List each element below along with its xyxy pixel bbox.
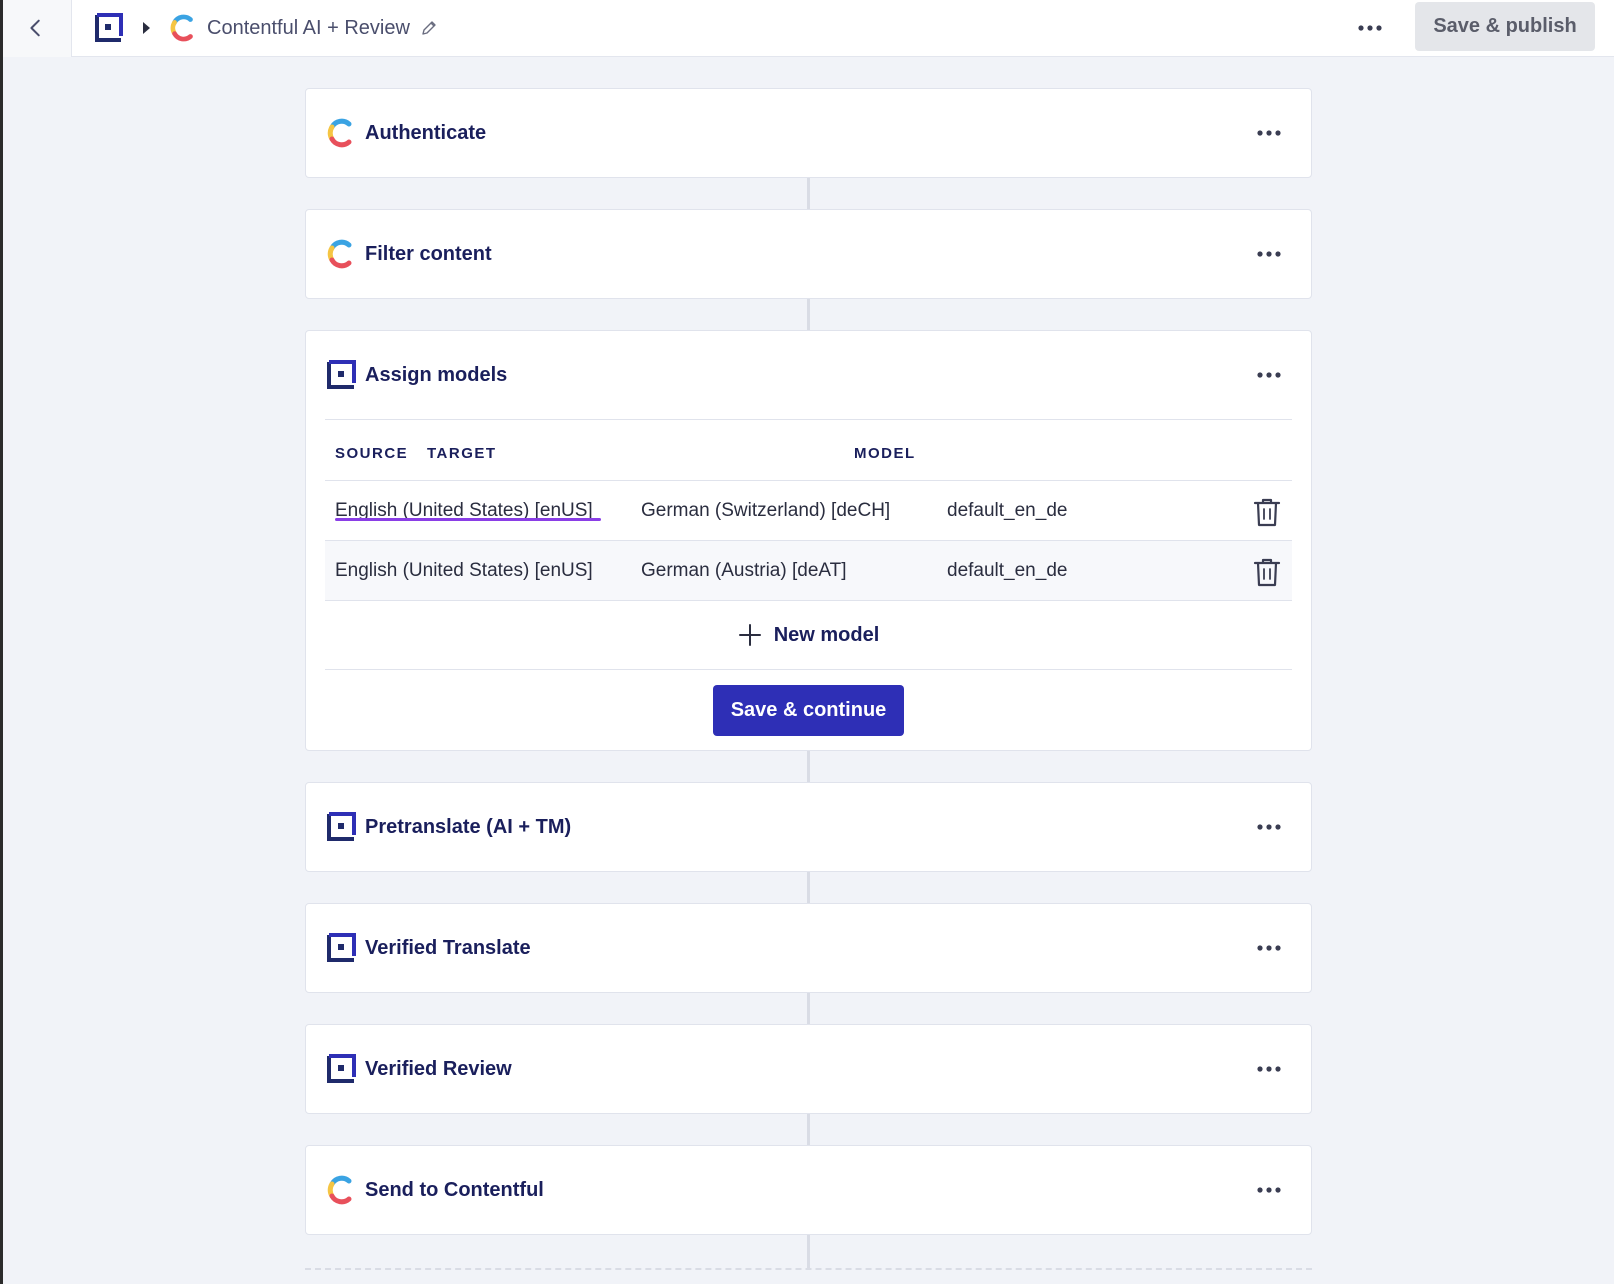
model-cell[interactable]: default_en_de (947, 560, 1067, 582)
flow-connector (807, 991, 810, 1024)
table-row: English (United States) [enUS] German (A… (325, 541, 1292, 601)
step-title: Pretranslate (AI + TM) (365, 815, 572, 838)
ellipsis-icon (1257, 1066, 1281, 1072)
step-card-send-to-contentful[interactable]: Send to Contentful (305, 1145, 1312, 1235)
flow-connector (807, 870, 810, 903)
contentful-icon (325, 117, 357, 149)
step-title: Authenticate (365, 121, 487, 144)
step-more-button[interactable] (1253, 238, 1285, 270)
top-bar: Contentful AI + Review Save & publish (0, 0, 1614, 57)
add-step-placeholder[interactable] (305, 1268, 1312, 1270)
trash-icon[interactable] (1253, 497, 1281, 527)
ellipsis-icon (1257, 251, 1281, 257)
step-card-filter-content[interactable]: Filter content (305, 209, 1312, 299)
flow-connector (807, 1112, 810, 1145)
ellipsis-icon (1358, 25, 1382, 31)
window-left-edge (0, 0, 3, 1284)
source-cell[interactable]: English (United States) [enUS] (335, 560, 593, 582)
step-title: Assign models (365, 363, 508, 386)
ellipsis-icon (1257, 130, 1281, 136)
models-table: SOURCE TARGET MODEL English (United Stat… (325, 420, 1292, 601)
step-more-button[interactable] (1253, 117, 1285, 149)
column-header-target: TARGET (427, 445, 497, 462)
flow-connector (807, 297, 810, 330)
flow-connector (807, 1233, 810, 1268)
flow-connector (807, 749, 810, 782)
step-card-pretranslate[interactable]: Pretranslate (AI + TM) (305, 782, 1312, 872)
lokalise-icon (325, 811, 357, 843)
lokalise-icon (325, 359, 357, 391)
save-and-publish-button[interactable]: Save & publish (1415, 2, 1595, 51)
back-button[interactable] (0, 0, 72, 57)
lokalise-icon (325, 932, 357, 964)
contentful-icon (325, 1174, 357, 1206)
step-more-button[interactable] (1253, 1174, 1285, 1206)
flow-title: Contentful AI + Review (207, 16, 410, 39)
table-header: SOURCE TARGET MODEL (325, 420, 1292, 481)
ellipsis-icon (1257, 1187, 1281, 1193)
spellcheck-underline (335, 518, 601, 521)
save-continue-container: Save & continue (306, 670, 1311, 750)
step-more-button[interactable] (1253, 1053, 1285, 1085)
lokalise-icon (325, 1053, 357, 1085)
plus-icon (738, 624, 761, 646)
table-row: English (United States) [enUS] German (S… (325, 481, 1292, 541)
step-more-button[interactable] (1253, 359, 1285, 391)
new-model-button[interactable]: New model (325, 601, 1292, 670)
contentful-logo-icon (170, 14, 193, 42)
save-and-continue-button[interactable]: Save & continue (713, 684, 904, 736)
step-more-button[interactable] (1253, 811, 1285, 843)
ellipsis-icon (1257, 945, 1281, 951)
step-card-verified-review[interactable]: Verified Review (305, 1024, 1312, 1114)
flow-connector (807, 176, 810, 209)
step-title: Verified Review (365, 1057, 512, 1080)
step-card-assign-models: Assign models SOURCE TARGET MODEL Englis… (305, 330, 1312, 751)
caret-right-icon (143, 22, 150, 34)
ellipsis-icon (1257, 824, 1281, 830)
ellipsis-icon (1257, 372, 1281, 378)
step-title: Send to Contentful (365, 1178, 544, 1201)
column-header-source: SOURCE (335, 445, 409, 462)
step-card-authenticate[interactable]: Authenticate (305, 88, 1312, 178)
contentful-icon (325, 238, 357, 270)
chevron-left-icon (29, 19, 40, 37)
model-cell[interactable]: default_en_de (947, 500, 1067, 522)
target-cell[interactable]: German (Switzerland) [deCH] (641, 500, 890, 522)
more-options-button[interactable] (1352, 12, 1388, 44)
step-title: Filter content (365, 242, 492, 265)
breadcrumb: Contentful AI + Review (92, 12, 438, 44)
column-header-model: MODEL (854, 445, 916, 462)
lokalise-logo-icon[interactable] (92, 12, 124, 44)
target-cell[interactable]: German (Austria) [deAT] (641, 560, 847, 582)
edit-pencil-icon[interactable] (420, 19, 438, 37)
new-model-label: New model (773, 623, 880, 646)
step-more-button[interactable] (1253, 932, 1285, 964)
trash-icon[interactable] (1253, 557, 1281, 587)
step-card-verified-translate[interactable]: Verified Translate (305, 903, 1312, 993)
step-title: Verified Translate (365, 936, 531, 959)
